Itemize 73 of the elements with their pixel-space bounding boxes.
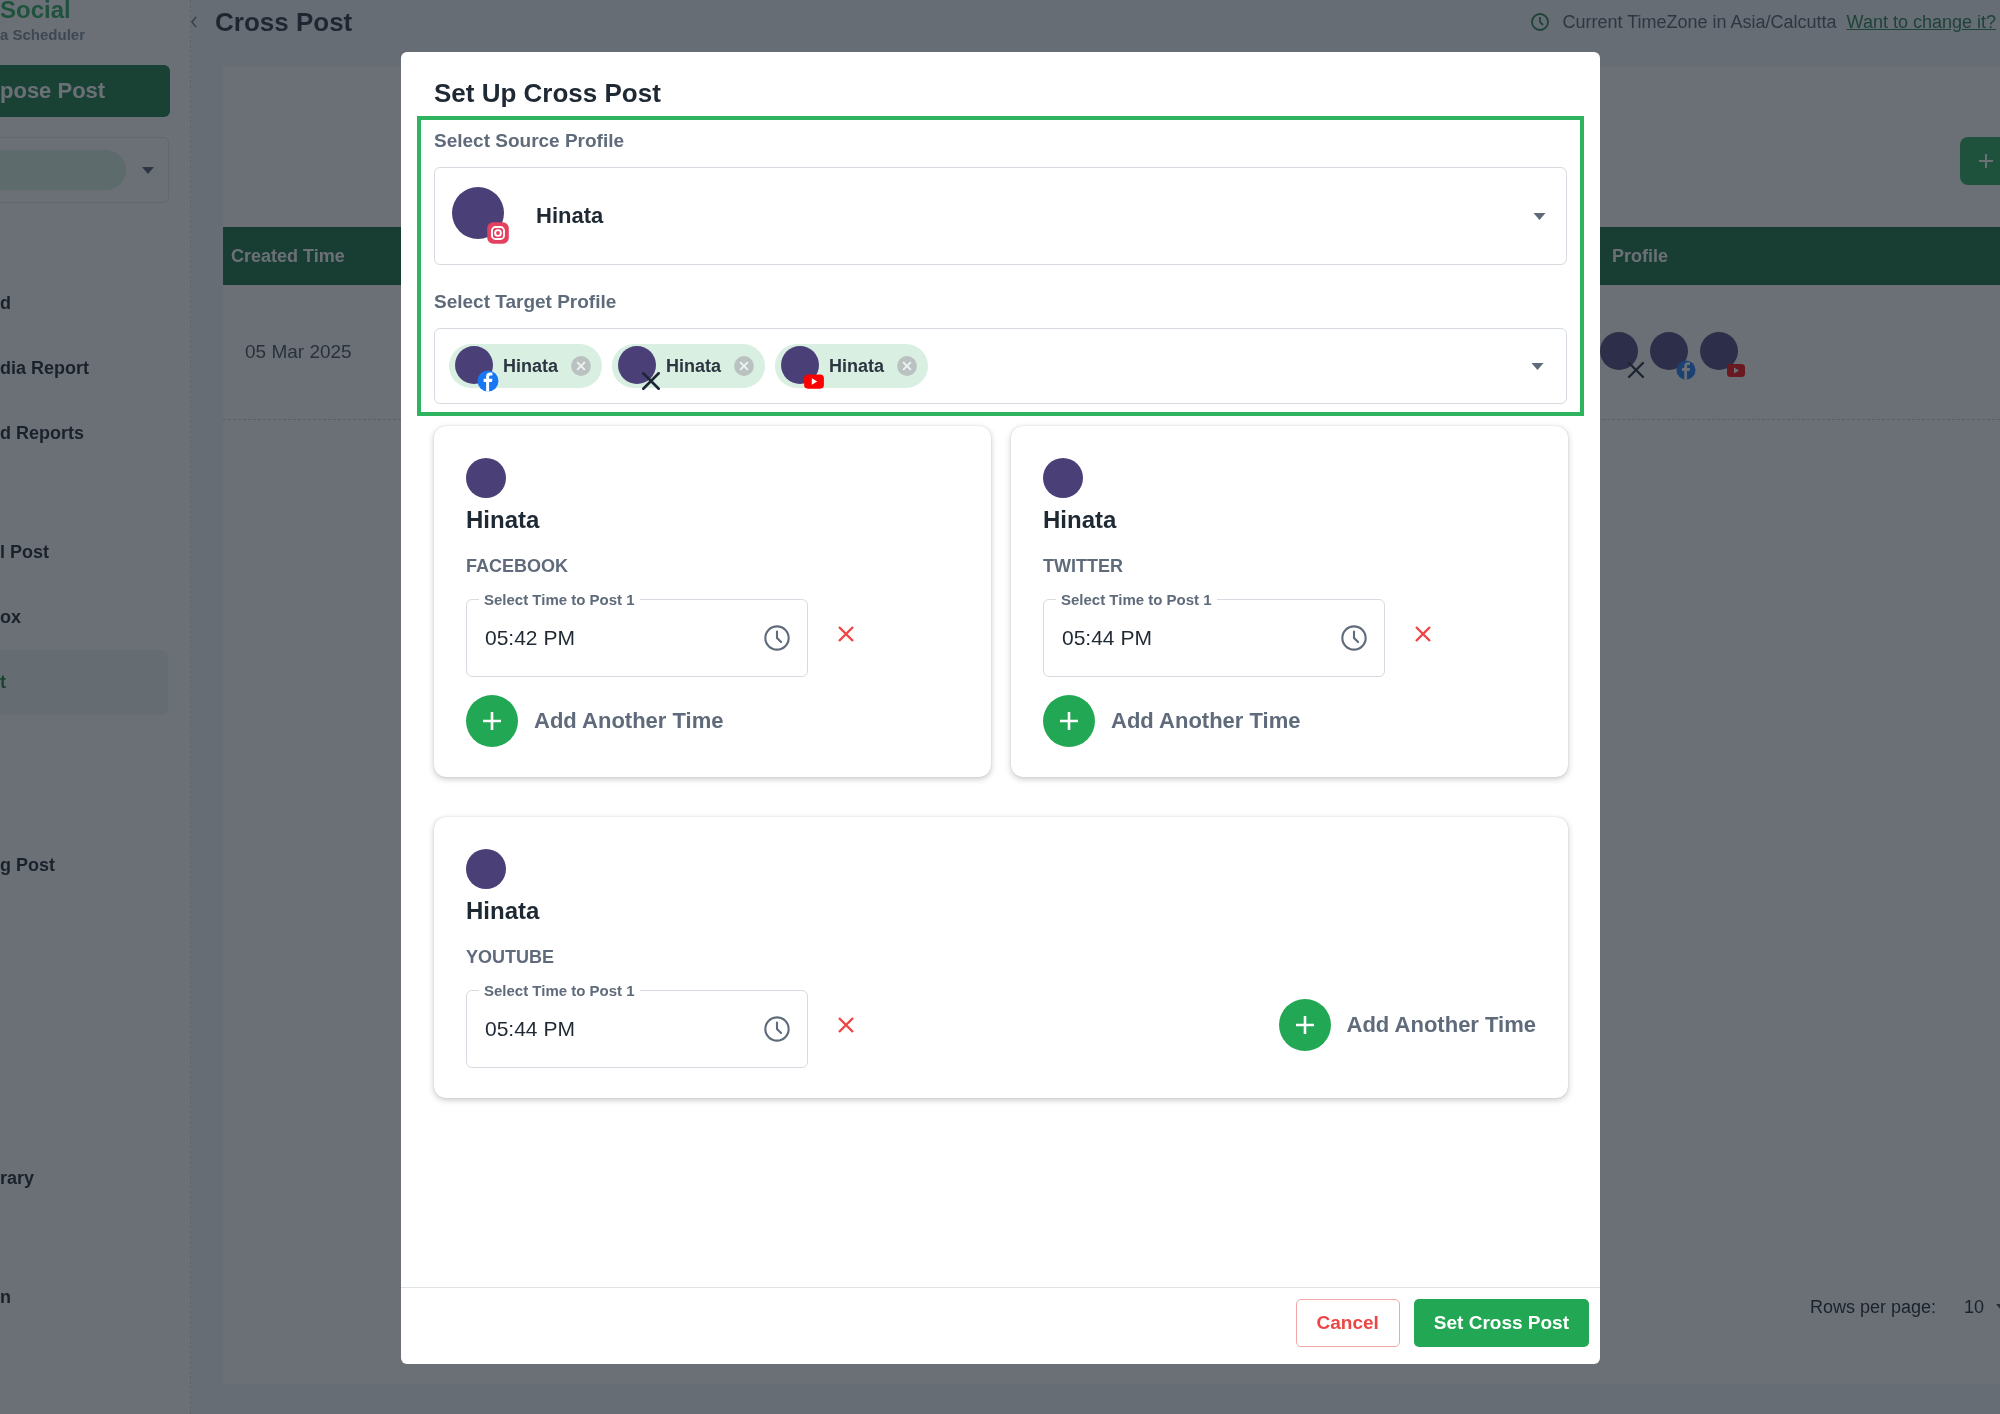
- remove-time-icon[interactable]: [1413, 624, 1433, 644]
- add-time-button[interactable]: Add Another Time: [1043, 695, 1301, 747]
- avatar: [466, 458, 506, 498]
- avatar: [466, 849, 506, 889]
- sidebar-item[interactable]: g Post: [0, 833, 168, 898]
- table-cell-text: 05 Mar 2025: [244, 341, 353, 363]
- remove-chip-icon[interactable]: [896, 355, 919, 377]
- rows-per-page-select[interactable]: 10: [1963, 1297, 2000, 1318]
- clock-icon: [1530, 12, 1551, 32]
- sidebar-item[interactable]: d: [0, 271, 168, 336]
- clock-icon: [763, 1015, 791, 1043]
- source-profile-select[interactable]: Hinata: [434, 167, 1567, 265]
- time-field[interactable]: Select Time to Post 1 05:44 PM: [466, 982, 808, 1068]
- set-cross-post-button[interactable]: Set Cross Post: [1413, 1299, 1589, 1347]
- avatar: [452, 187, 504, 239]
- plus-icon: [1278, 999, 1331, 1051]
- profile-name: Hinata: [466, 897, 541, 925]
- plus-icon: [1043, 695, 1095, 747]
- sidebar-item[interactable]: ox: [0, 585, 168, 650]
- caret-icon: [142, 166, 154, 174]
- workspace-select[interactable]: [0, 137, 169, 203]
- clock-icon: [763, 624, 791, 652]
- avatar: [1650, 332, 1688, 370]
- rows-per-page-label: Rows per page:: [1809, 1297, 1936, 1318]
- avatar: [1600, 332, 1638, 370]
- f-badge-icon: [477, 370, 499, 392]
- avatar: [781, 346, 820, 384]
- plus-icon: [466, 695, 518, 747]
- column-header: Profile: [1611, 245, 1669, 267]
- x-badge-icon: [1626, 360, 1646, 380]
- sidebar-item[interactable]: dia Report: [0, 336, 168, 401]
- avatar: [1043, 458, 1083, 498]
- remove-time-icon[interactable]: [836, 1015, 856, 1035]
- camera-badge-icon: [486, 221, 510, 245]
- remove-chip-icon[interactable]: [733, 355, 756, 377]
- remove-chip-icon[interactable]: [570, 355, 592, 377]
- platform-label: TWITTER: [1043, 556, 1124, 577]
- add-time-button[interactable]: Add Another Time: [1278, 999, 1536, 1051]
- profile-chip[interactable]: Hinata: [775, 344, 929, 388]
- page-title: Cross Post: [215, 6, 353, 38]
- change-timezone-link[interactable]: Want to change it?: [1846, 11, 1996, 33]
- clock-icon: [1340, 624, 1368, 652]
- target-profile-select[interactable]: Hinata Hinata Hinata: [434, 328, 1567, 404]
- dialog-title: Set Up Cross Post: [434, 80, 662, 106]
- profile-chip[interactable]: Hinata: [612, 344, 766, 388]
- caret-icon: [1533, 212, 1546, 220]
- chevron-left-icon: [189, 14, 199, 30]
- sidebar-item[interactable]: n: [0, 1265, 168, 1330]
- compose-post-button[interactable]: pose Post: [0, 65, 170, 117]
- plus-icon: [1976, 151, 1996, 171]
- avatar: [1700, 332, 1738, 370]
- sidebar-item[interactable]: rary: [0, 1146, 168, 1211]
- sidebar-item[interactable]: l Post: [0, 520, 168, 585]
- sidebar-item[interactable]: d Reports: [0, 401, 168, 466]
- profile-name: Hinata: [1043, 506, 1118, 534]
- platform-label: YOUTUBE: [466, 947, 555, 968]
- remove-time-icon[interactable]: [836, 624, 856, 644]
- brand-name: Social: [0, 0, 72, 24]
- column-header: Created Time: [230, 245, 346, 267]
- field-label: Select Target Profile: [434, 291, 618, 313]
- time-field[interactable]: Select Time to Post 1 05:42 PM: [466, 591, 808, 677]
- f-badge-icon: [1676, 360, 1696, 380]
- x-badge-icon: [640, 370, 662, 392]
- platform-label: FACEBOOK: [466, 556, 569, 577]
- cancel-button[interactable]: Cancel: [1295, 1299, 1400, 1347]
- field-label: Select Source Profile: [434, 130, 626, 152]
- add-time-button[interactable]: Add Another Time: [466, 695, 724, 747]
- sidebar-item[interactable]: t: [0, 650, 168, 715]
- timezone-text: Current TimeZone in Asia/Calcutta: [1562, 11, 1837, 33]
- caret-icon: [1531, 362, 1544, 370]
- profile-name: Hinata: [466, 506, 541, 534]
- time-field[interactable]: Select Time to Post 1 05:44 PM: [1043, 591, 1385, 677]
- avatar: [618, 346, 656, 384]
